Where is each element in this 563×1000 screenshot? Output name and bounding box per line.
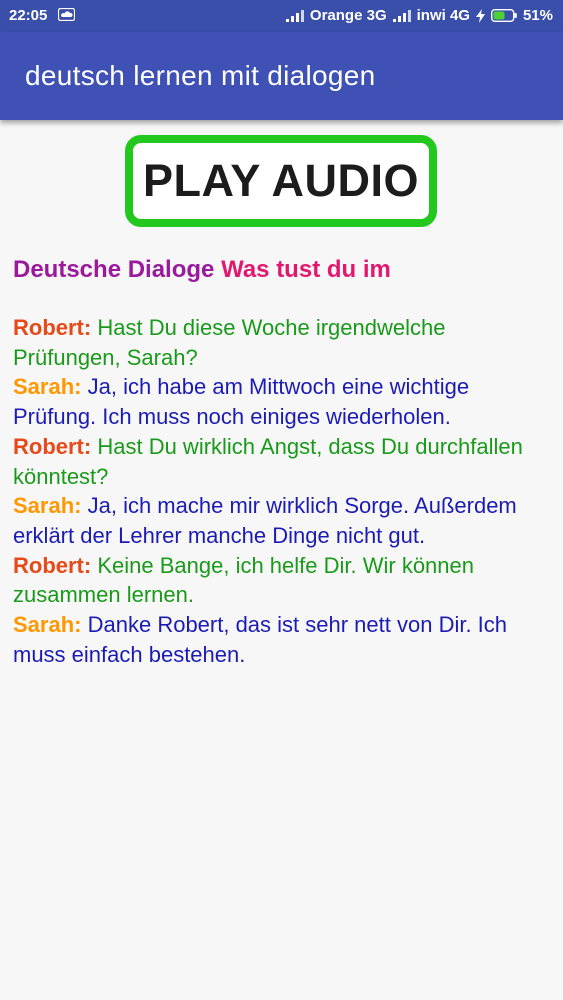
dialog-line: Sarah: Danke Robert, das ist sehr nett v… [13, 610, 548, 669]
dialog-line: Robert: Hast Du diese Woche irgendwelche… [13, 313, 548, 372]
speaker-sarah: Sarah: [13, 493, 82, 519]
charging-bolt-icon [475, 8, 485, 23]
dialog-heading: Deutsche Dialoge Was tust du im [13, 256, 391, 284]
heading-prefix: Deutsche Dialoge [13, 256, 215, 283]
status-right: Orange 3G inwi 4G 51% [285, 7, 553, 24]
signal-icon [285, 9, 304, 22]
heading-topic: Was tust du im [221, 256, 391, 283]
cloud-icon [58, 8, 75, 21]
signal-icon [392, 9, 411, 22]
dialog-line: Sarah: Ja, ich habe am Mittwoch eine wic… [13, 372, 548, 431]
line-text: Danke Robert, das ist sehr nett von Dir.… [13, 612, 508, 667]
app-bar: deutsch lernen mit dialogen [0, 32, 563, 120]
play-audio-label: PLAY AUDIO [143, 155, 419, 206]
battery-percent: 51% [522, 7, 553, 24]
dialog-line: Robert: Keine Bange, ich helfe Dir. Wir … [13, 551, 548, 610]
carrier-2: inwi 4G [416, 7, 470, 24]
status-time: 22:05 [9, 7, 48, 24]
line-text: Ja, ich habe am Mittwoch eine wichtige P… [13, 374, 470, 430]
speaker-sarah: Sarah: [13, 612, 82, 638]
carrier-1: Orange 3G [309, 7, 387, 24]
dialog-line: Robert: Hast Du wirklich Angst, dass Du … [13, 432, 548, 491]
status-bar: 22:05 Orange 3G inwi 4G 51% [0, 0, 563, 32]
speaker-robert: Robert: [13, 433, 92, 459]
speaker-sarah: Sarah: [13, 374, 82, 400]
play-audio-button[interactable]: PLAY AUDIO [125, 135, 437, 227]
speaker-robert: Robert: [13, 552, 92, 578]
dialog-line: Sarah: Ja, ich mache mir wirklich Sorge.… [13, 491, 548, 550]
line-text: Ja, ich mache mir wirklich Sorge. Außerd… [13, 493, 517, 548]
speaker-robert: Robert: [13, 315, 92, 340]
dialog-text: Robert: Hast Du diese Woche irgendwelche… [13, 313, 548, 669]
app-title: deutsch lernen mit dialogen [25, 60, 376, 91]
battery-icon [490, 9, 517, 22]
